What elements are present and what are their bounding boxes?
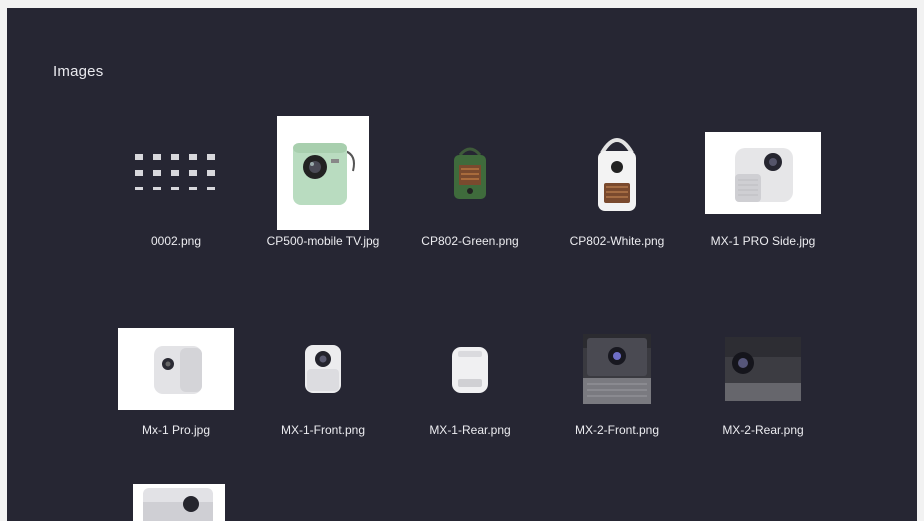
file-name: CP500-mobile TV.jpg [266,234,380,248]
file-tile-cp802-white[interactable]: CP802-White.png [547,117,687,250]
white-radio-projector-thumbnail [598,138,636,211]
file-name: Mx-1 Pro.jpg [141,423,211,437]
dark-projector-rear-thumbnail [725,337,801,401]
file-tile-0002[interactable]: 0002.png [106,117,246,250]
file-tile-cp500[interactable]: CP500-mobile TV.jpg [253,116,393,250]
file-tile-mx2-rear[interactable]: MX-2-Rear.png [693,320,833,439]
pattern-thumbnail-icon [135,154,215,190]
file-name: MX-1-Rear.png [429,423,511,437]
file-tile-partial[interactable] [133,484,225,521]
file-name: CP802-Green.png [421,234,519,248]
projector-partial-thumbnail [143,488,213,521]
dark-projector-front-thumbnail [583,334,651,404]
section-title: Images [53,63,104,80]
file-tile-mx2-front[interactable]: MX-2-Front.png [547,320,687,439]
file-name: MX-1-Front.png [280,423,366,437]
green-projector-thumbnail [277,116,369,230]
white-projector-side-thumbnail [705,132,821,214]
file-name: MX-2-Front.png [574,423,660,437]
projector-front-thumbnail [305,345,341,393]
file-tile-mx1-front[interactable]: MX-1-Front.png [253,320,393,439]
file-name: 0002.png [150,234,202,248]
file-tile-mx1-pro-side[interactable]: MX-1 PRO Side.jpg [693,117,833,250]
file-tile-mx1-rear[interactable]: MX-1-Rear.png [400,320,540,439]
file-name: MX-2-Rear.png [722,423,804,437]
gallery-screen: Images 0002.png CP500-mobile TV.jpg CP80… [7,8,917,521]
file-tile-cp802-green[interactable]: CP802-Green.png [400,117,540,250]
file-name: CP802-White.png [569,234,665,248]
white-projector-thumbnail [118,328,234,410]
file-name: MX-1 PRO Side.jpg [710,234,816,248]
file-tile-mx1-pro[interactable]: Mx-1 Pro.jpg [106,320,246,439]
projector-rear-thumbnail [452,347,488,393]
green-radio-projector-thumbnail [454,147,486,199]
